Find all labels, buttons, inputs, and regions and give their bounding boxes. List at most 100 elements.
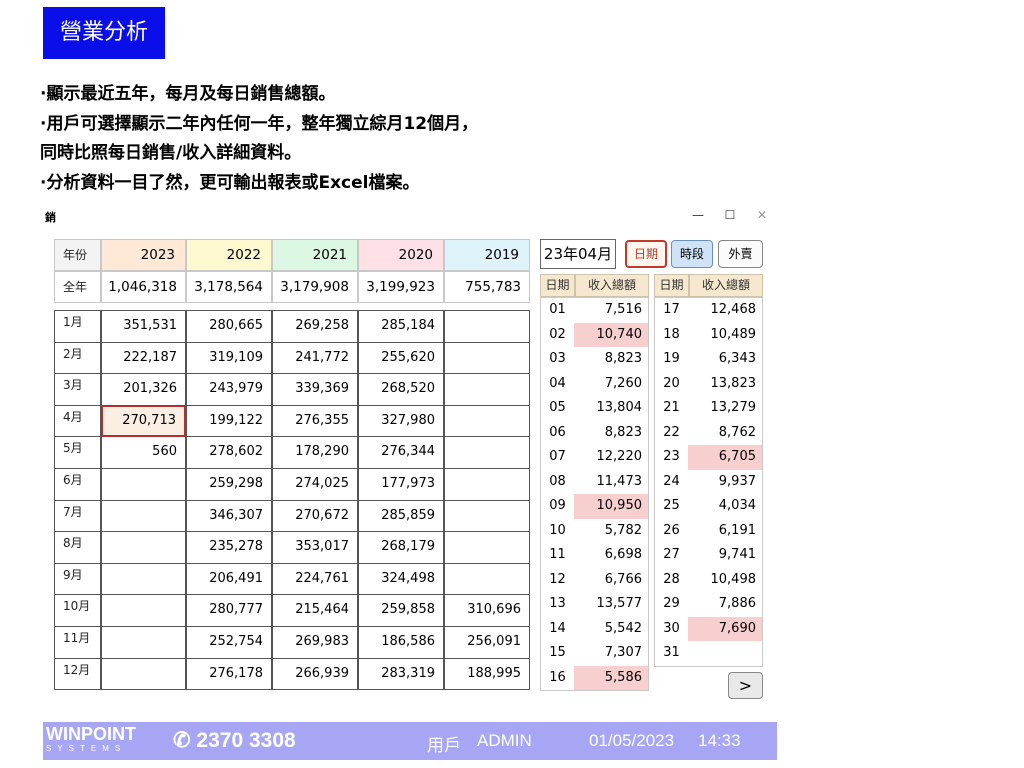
month-value-cell[interactable]: 188,995	[444, 657, 530, 691]
year-header-2023[interactable]: 2023	[101, 239, 186, 271]
month-value-cell[interactable]	[444, 404, 530, 438]
month-value-cell[interactable]: 560	[101, 436, 186, 469]
month-value-cell[interactable]	[101, 562, 186, 596]
daily-row[interactable]: 15 7,307	[541, 641, 648, 666]
close-button[interactable]: ✕	[747, 205, 777, 225]
daily-row[interactable]: 28 10,498	[655, 568, 762, 593]
tab-takeaway[interactable]: 外賣	[718, 240, 763, 268]
month-value-cell[interactable]: 276,178	[186, 657, 272, 691]
month-value-cell[interactable]: 256,091	[444, 626, 530, 659]
daily-row[interactable]: 27 9,741	[655, 543, 762, 568]
month-value-cell[interactable]	[444, 499, 530, 533]
daily-row[interactable]: 20 13,823	[655, 372, 762, 397]
year-header-2021[interactable]: 2021	[272, 239, 358, 271]
month-value-cell[interactable]	[101, 499, 186, 533]
daily-row[interactable]: 29 7,886	[655, 592, 762, 617]
month-value-cell[interactable]: 259,298	[186, 468, 272, 501]
daily-row[interactable]: 24 9,937	[655, 470, 762, 495]
tab-time-period[interactable]: 時段	[671, 240, 713, 268]
month-value-cell[interactable]: 327,980	[358, 404, 444, 438]
month-value-cell[interactable]: 268,179	[358, 531, 444, 564]
month-value-cell[interactable]	[444, 341, 530, 375]
month-value-cell[interactable]: 274,025	[272, 468, 358, 501]
maximize-button[interactable]: ☐	[715, 205, 745, 225]
month-value-cell[interactable]: 201,326	[101, 373, 186, 406]
month-value-cell[interactable]	[444, 310, 530, 343]
daily-row[interactable]: 30 7,690	[655, 616, 762, 641]
month-value-cell[interactable]	[444, 373, 530, 406]
month-value-cell[interactable]: 215,464	[272, 594, 358, 627]
daily-row[interactable]: 25 4,034	[655, 494, 762, 519]
month-value-cell[interactable]: 268,520	[358, 373, 444, 406]
month-value-cell[interactable]: 351,531	[101, 310, 186, 343]
daily-row[interactable]: 03 8,823	[541, 347, 648, 372]
month-value-cell[interactable]: 178,290	[272, 436, 358, 469]
month-value-cell[interactable]: 222,187	[101, 341, 186, 375]
month-value-cell[interactable]	[444, 531, 530, 564]
month-value-cell[interactable]: 186,586	[358, 626, 444, 659]
month-value-cell[interactable]: 280,777	[186, 594, 272, 627]
month-value-cell[interactable]: 270,672	[272, 499, 358, 533]
next-button[interactable]: >	[728, 672, 763, 699]
year-header-2019[interactable]: 2019	[444, 239, 530, 271]
month-value-cell[interactable]: 224,761	[272, 562, 358, 596]
daily-row[interactable]: 17 12,468	[655, 298, 762, 323]
daily-row[interactable]: 22 8,762	[655, 421, 762, 446]
month-value-cell[interactable]: 283,319	[358, 657, 444, 691]
month-value-cell[interactable]: 269,983	[272, 626, 358, 659]
month-value-cell[interactable]: 280,665	[186, 310, 272, 343]
month-value-cell[interactable]	[101, 594, 186, 627]
month-value-cell[interactable]: 235,278	[186, 531, 272, 564]
daily-row[interactable]: 02 10,740	[541, 322, 648, 347]
month-value-cell[interactable]: 269,258	[272, 310, 358, 343]
month-value-cell[interactable]	[101, 626, 186, 659]
daily-row[interactable]: 09 10,950	[541, 494, 648, 519]
month-value-cell[interactable]: 339,369	[272, 373, 358, 406]
daily-row[interactable]: 07 12,220	[541, 445, 648, 470]
month-value-cell[interactable]: 259,858	[358, 594, 444, 627]
daily-row[interactable]: 13 13,577	[541, 592, 648, 617]
daily-row[interactable]: 16 5,586	[541, 665, 648, 690]
month-value-cell[interactable]: 241,772	[272, 341, 358, 375]
month-value-cell[interactable]	[444, 468, 530, 501]
daily-row[interactable]: 14 5,542	[541, 617, 648, 642]
month-value-cell[interactable]: 266,939	[272, 657, 358, 691]
daily-row[interactable]: 10 5,782	[541, 519, 648, 544]
month-value-cell[interactable]: 324,498	[358, 562, 444, 596]
daily-row[interactable]: 31	[655, 641, 762, 666]
month-value-cell[interactable]	[101, 468, 186, 501]
month-value-cell[interactable]	[444, 562, 530, 596]
minimize-button[interactable]: —	[683, 205, 713, 225]
daily-row[interactable]: 12 6,766	[541, 568, 648, 593]
month-value-cell[interactable]	[444, 436, 530, 469]
selected-month-cell[interactable]: 270,713	[101, 404, 186, 438]
daily-row[interactable]: 04 7,260	[541, 372, 648, 397]
month-value-cell[interactable]: 243,979	[186, 373, 272, 406]
month-value-cell[interactable]: 346,307	[186, 499, 272, 533]
daily-row[interactable]: 06 8,823	[541, 421, 648, 446]
month-value-cell[interactable]: 276,355	[272, 404, 358, 438]
month-value-cell[interactable]: 255,620	[358, 341, 444, 375]
daily-row[interactable]: 11 6,698	[541, 543, 648, 568]
daily-row[interactable]: 05 13,804	[541, 396, 648, 421]
month-value-cell[interactable]: 285,859	[358, 499, 444, 533]
month-value-cell[interactable]: 199,122	[186, 404, 272, 438]
month-value-cell[interactable]: 319,109	[186, 341, 272, 375]
daily-row[interactable]: 01 7,516	[541, 298, 648, 323]
month-value-cell[interactable]: 353,017	[272, 531, 358, 564]
daily-row[interactable]: 26 6,191	[655, 519, 762, 544]
daily-row[interactable]: 19 6,343	[655, 347, 762, 372]
month-value-cell[interactable]: 310,696	[444, 594, 530, 627]
month-value-cell[interactable]: 177,973	[358, 468, 444, 501]
month-value-cell[interactable]: 278,602	[186, 436, 272, 469]
month-value-cell[interactable]: 206,491	[186, 562, 272, 596]
month-value-cell[interactable]: 276,344	[358, 436, 444, 469]
daily-row[interactable]: 08 11,473	[541, 470, 648, 495]
month-value-cell[interactable]: 285,184	[358, 310, 444, 343]
month-value-cell[interactable]	[101, 657, 186, 691]
daily-row[interactable]: 18 10,489	[655, 323, 762, 348]
daily-row[interactable]: 23 6,705	[655, 445, 762, 470]
daily-row[interactable]: 21 13,279	[655, 396, 762, 421]
month-value-cell[interactable]	[101, 531, 186, 564]
tab-date[interactable]: 日期	[625, 240, 667, 268]
